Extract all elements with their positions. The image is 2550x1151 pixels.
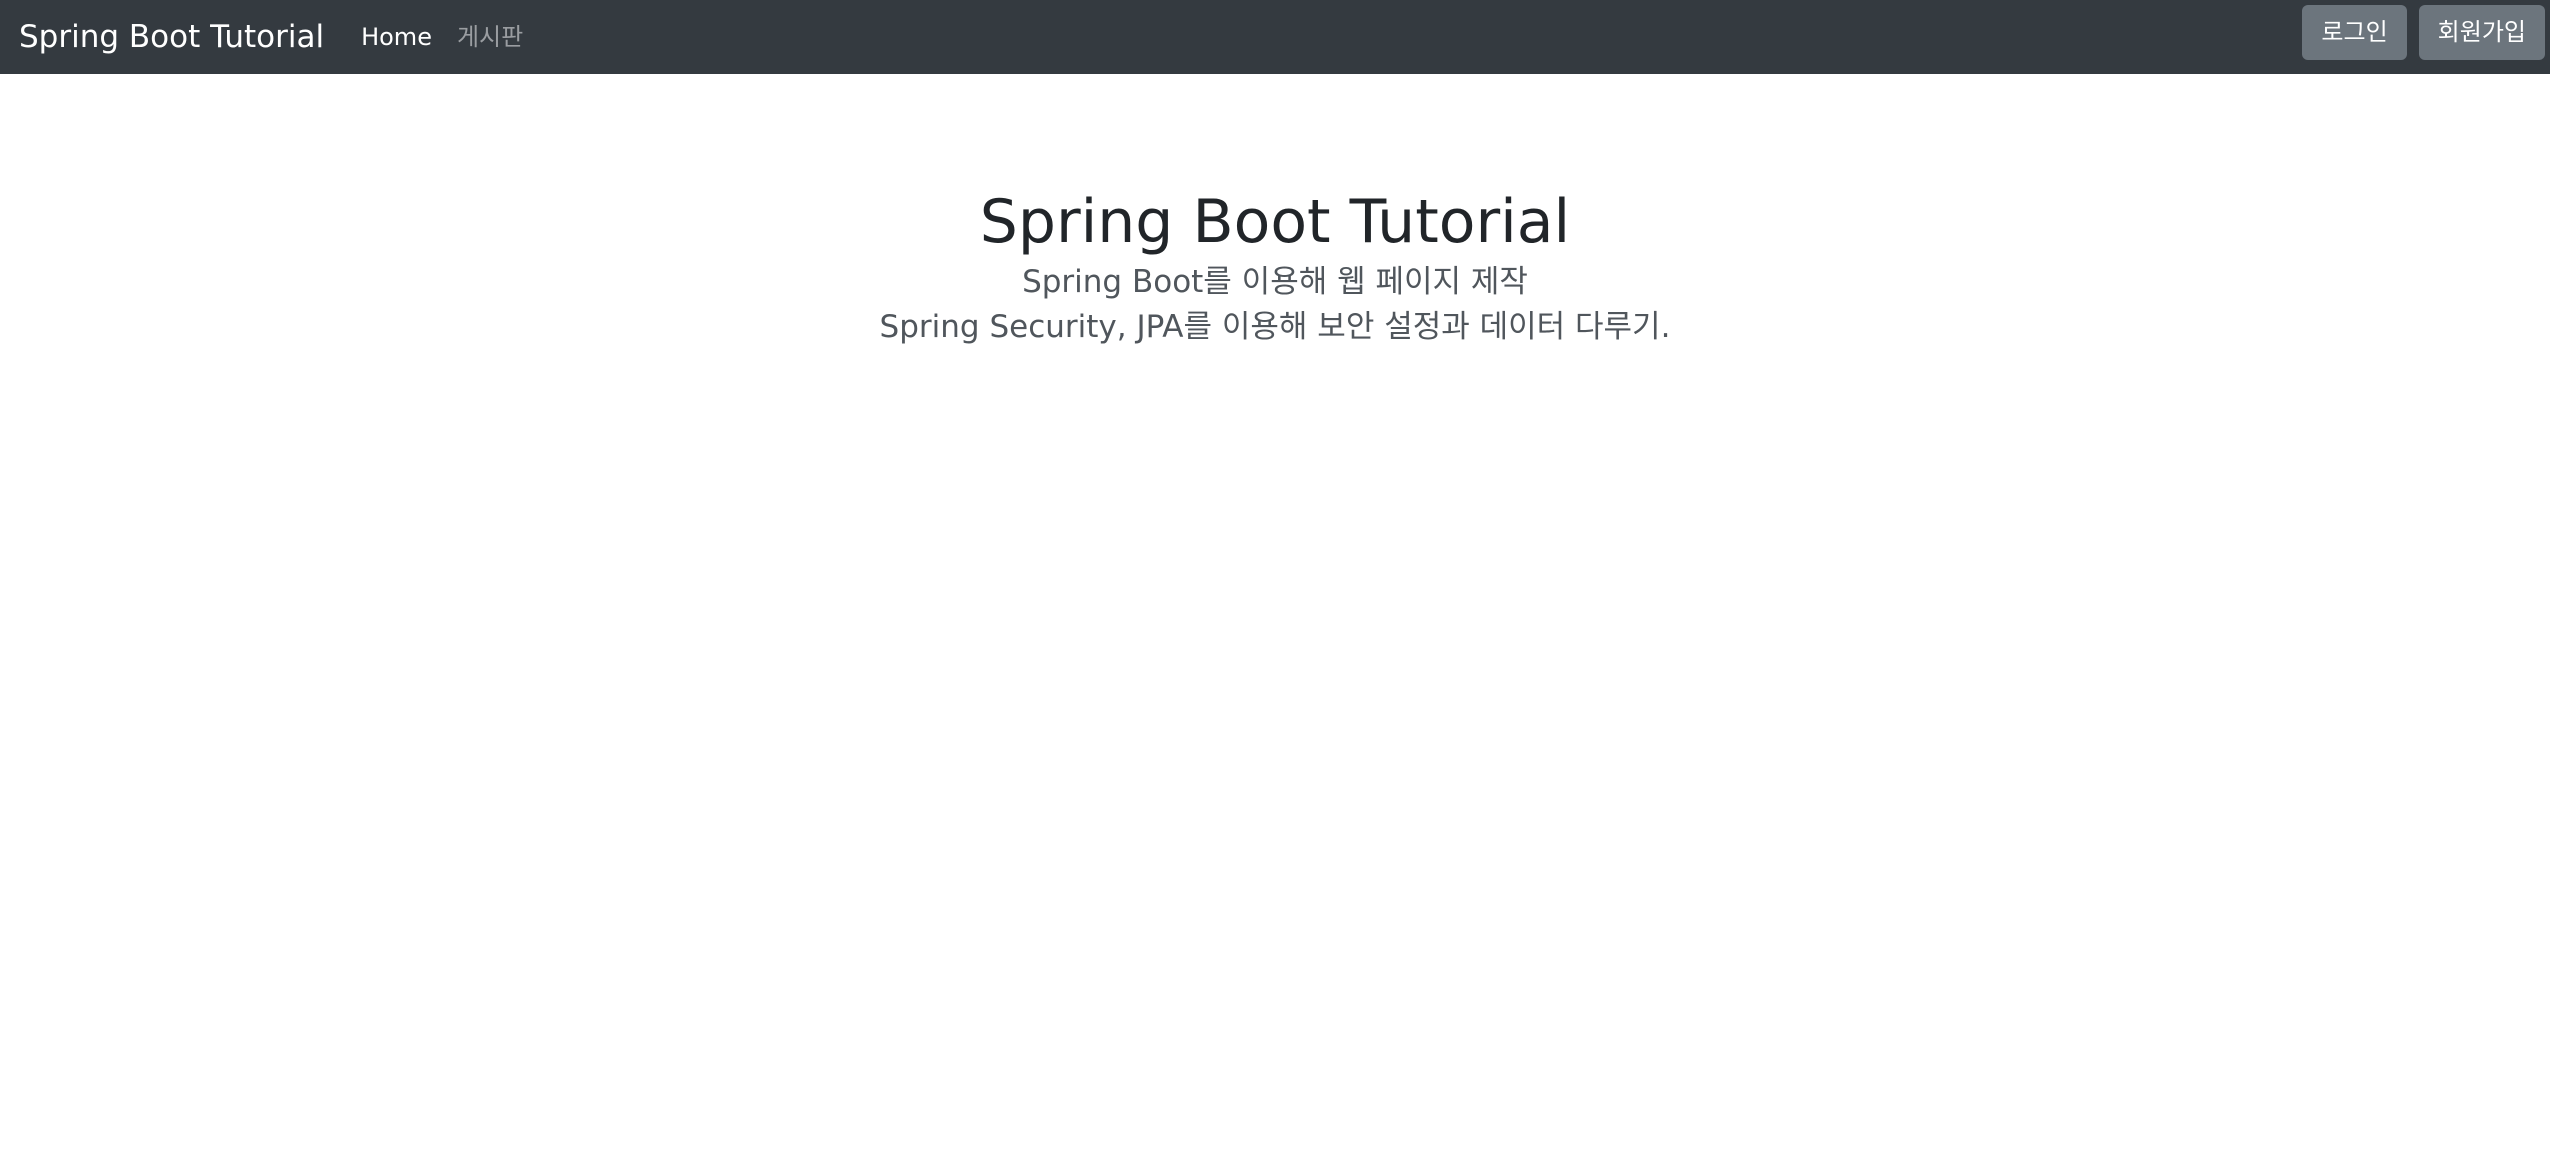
nav-actions: 로그인 회원가입 xyxy=(2302,5,2545,60)
login-button[interactable]: 로그인 xyxy=(2302,5,2407,60)
page-title: Spring Boot Tutorial xyxy=(979,187,1571,257)
hero-description-line-2: Spring Security, JPA를 이용해 보안 설정과 데이터 다루기… xyxy=(879,309,1671,345)
signup-button[interactable]: 회원가입 xyxy=(2418,5,2545,60)
navbar: Spring Boot Tutorial Home 게시판 로그인 회원가입 xyxy=(0,0,2550,74)
hero-description-line-1: Spring Boot를 이용해 웹 페이지 제작 xyxy=(1022,264,1528,300)
nav-link-board[interactable]: 게시판 xyxy=(457,25,523,49)
nav-link-home[interactable]: Home xyxy=(361,25,432,49)
brand-link[interactable]: Spring Boot Tutorial xyxy=(19,21,324,53)
hero-section: Spring Boot Tutorial Spring Boot를 이용해 웹 … xyxy=(0,74,2550,350)
nav-links: Home 게시판 xyxy=(361,25,523,49)
